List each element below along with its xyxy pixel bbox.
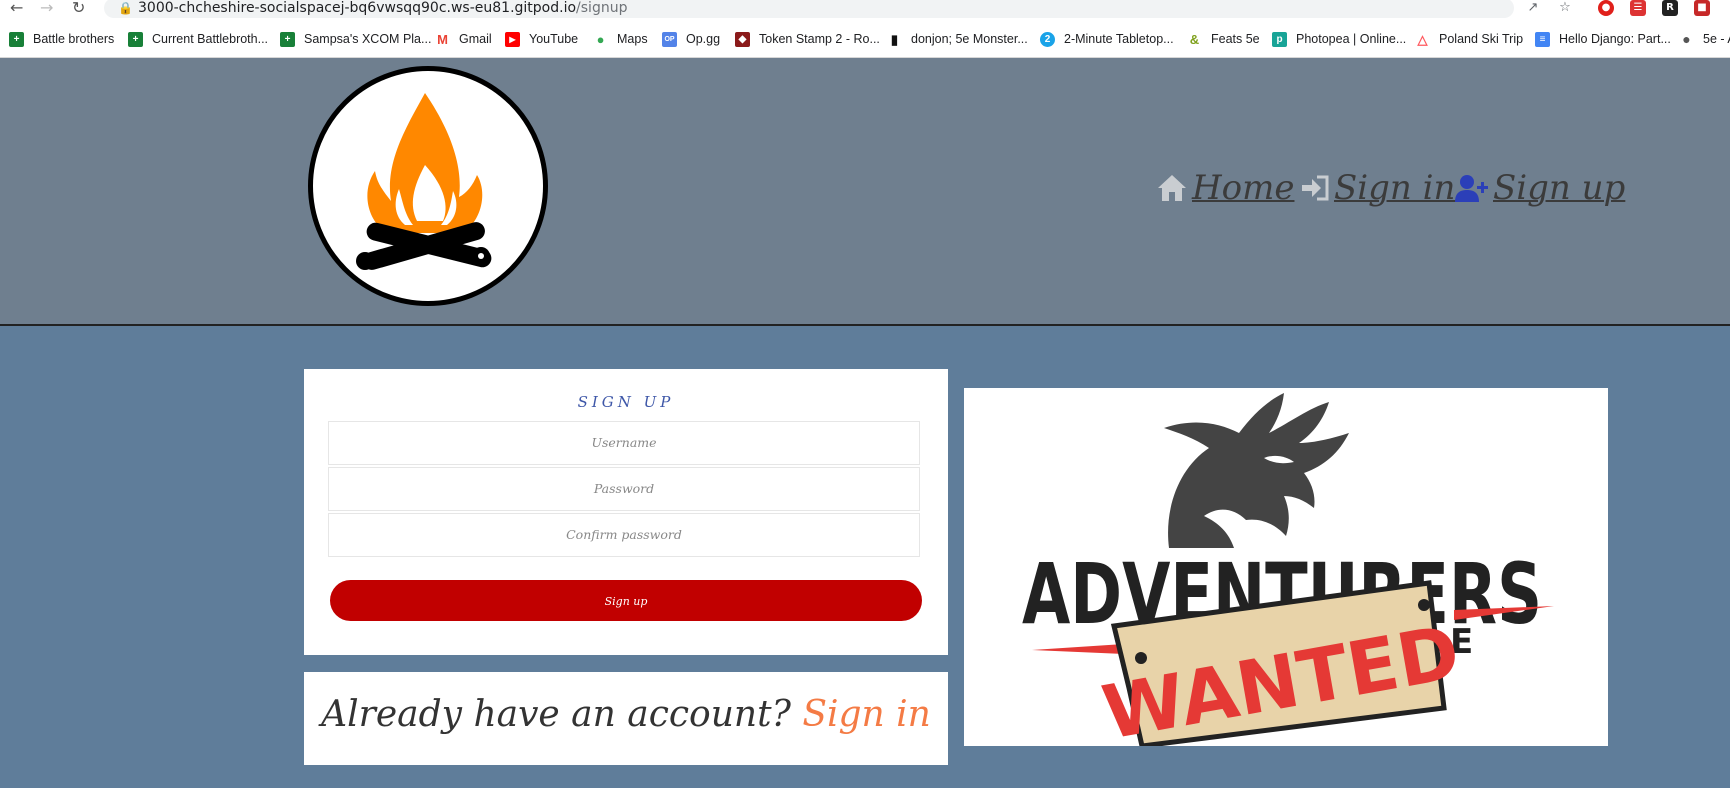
bookmark-item[interactable]: OP Op.gg [662, 30, 720, 48]
sheets-icon: + [9, 31, 24, 47]
bookmark-item[interactable]: ◆ Token Stamp 2 - Ro... [735, 30, 880, 48]
bookmark-item[interactable]: + Current Battlebroth... [128, 30, 268, 48]
bookmark-item[interactable]: ▶ YouTube [505, 30, 578, 48]
star-icon[interactable]: ☆ [1557, 0, 1573, 16]
bookmarks-bar: + Battle brothers + Current Battlebroth...… [0, 20, 1730, 58]
url-text[interactable]: 3000-chcheshire-socialspacej-bq6vwsqq90c… [138, 0, 627, 16]
gmail-icon: M [435, 31, 450, 47]
signup-button[interactable]: Sign up [330, 580, 922, 621]
bookmark-item[interactable]: + Battle brothers [9, 30, 114, 48]
d20-icon: ◆ [735, 31, 750, 47]
docs-icon: ≡ [1535, 31, 1550, 47]
bookmark-item[interactable]: + Sampsa's XCOM Pla... [280, 30, 431, 48]
site-header: Home Sign in Sign up [0, 58, 1730, 326]
lock-icon[interactable]: 🔒 [118, 0, 133, 16]
reload-icon[interactable]: ↻ [72, 0, 85, 16]
opgg-icon: OP [662, 31, 677, 47]
nav-signin-link[interactable]: Sign in [1300, 168, 1455, 208]
maps-icon: ● [593, 31, 608, 47]
nav-home-link[interactable]: Home [1156, 168, 1294, 208]
signup-form: SIGN UP Username Password Confirm passwo… [304, 369, 948, 655]
adventurers-wanted-poster: ADVENTURERS E WANTED [964, 388, 1608, 746]
sign-in-icon [1302, 175, 1329, 201]
home-icon [1158, 175, 1186, 201]
nav-signup-label: Sign up [1493, 168, 1626, 208]
feats-icon: & [1187, 31, 1202, 47]
sheets-icon: + [128, 31, 143, 47]
bookmark-item[interactable]: ●5e - A [1679, 30, 1730, 48]
signup-title: SIGN UP [577, 393, 675, 411]
extension-shield-icon[interactable]: ● [1598, 0, 1614, 16]
bookmark-item[interactable]: M Gmail [435, 30, 492, 48]
bookmark-item[interactable]: 2 2-Minute Tabletop... [1040, 30, 1174, 48]
airbnb-icon: △ [1415, 31, 1430, 47]
campfire-logo-icon[interactable] [308, 66, 548, 306]
sheets-icon: + [280, 31, 295, 47]
signin-prompt: Already have an account? Sign in [304, 694, 948, 735]
tabletop-icon: 2 [1040, 31, 1055, 47]
youtube-icon: ▶ [505, 31, 520, 47]
signin-prompt-card: Already have an account? Sign in [304, 672, 948, 765]
extension-todo-icon[interactable]: ☰ [1630, 0, 1646, 16]
forward-icon[interactable]: → [40, 0, 53, 16]
photopea-icon: p [1272, 31, 1287, 47]
bookmark-item[interactable]: p Photopea | Online... [1272, 30, 1406, 48]
campfire-logo-graphic [356, 93, 492, 270]
nav-signin-label: Sign in [1334, 168, 1456, 208]
confirm-password-field[interactable]: Confirm password [328, 513, 920, 557]
share-icon[interactable]: ↗ [1525, 0, 1541, 16]
globe-icon: ● [1679, 31, 1694, 47]
signin-link[interactable]: Sign in [802, 694, 931, 735]
extension-r-icon[interactable]: R [1662, 0, 1678, 16]
password-field[interactable]: Password [328, 467, 920, 511]
user-plus-icon [1455, 175, 1488, 202]
nav-home-label: Home [1192, 168, 1295, 208]
bookmark-item[interactable]: ● Maps [593, 30, 648, 48]
extension-red-icon[interactable]: ■ [1694, 0, 1710, 16]
donjon-icon: ▮ [887, 31, 902, 47]
bookmark-item[interactable]: △ Poland Ski Trip [1415, 30, 1523, 48]
username-field[interactable]: Username [328, 421, 920, 465]
bookmark-item[interactable]: & Feats 5e [1187, 30, 1260, 48]
back-icon[interactable]: ← [10, 0, 23, 16]
bookmark-item[interactable]: ▮ donjon; 5e Monster... [887, 30, 1028, 48]
nav-signup-link[interactable]: Sign up [1455, 168, 1625, 208]
browser-toolbar: ← → ↻ 🔒 3000-chcheshire-socialspacej-bq6… [0, 0, 1730, 20]
signin-prompt-text: Already have an account? [321, 694, 803, 735]
poster-graphic: ADVENTURERS E WANTED [1022, 393, 1554, 746]
bookmark-item[interactable]: ≡ Hello Django: Part... [1535, 30, 1671, 48]
